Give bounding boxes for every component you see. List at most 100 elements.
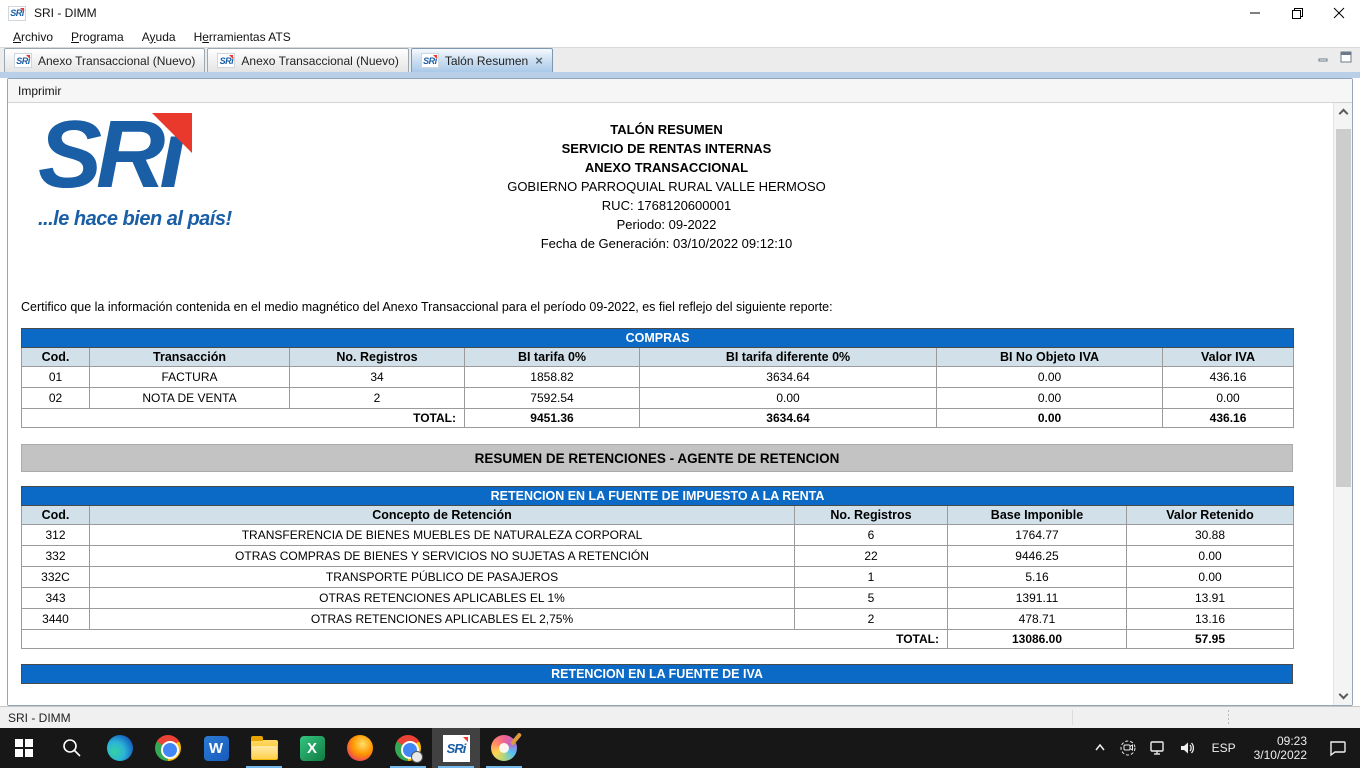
cell: 2 [795,609,948,630]
cell: 9446.25 [948,546,1127,567]
tray-network-icon[interactable] [1143,728,1173,768]
taskbar-chrome-profile-icon[interactable] [384,728,432,768]
taskbar-word-icon[interactable]: W [192,728,240,768]
tab-label: Anexo Transaccional (Nuevo) [38,54,195,68]
minimize-view-icon[interactable] [1318,51,1330,63]
cell: TRANSFERENCIA DE BIENES MUEBLES DE NATUR… [90,525,795,546]
column-header: BI No Objeto IVA [937,348,1163,367]
menu-item-ayuda[interactable]: Ayuda [133,28,185,46]
clock[interactable]: 09:23 3/10/2022 [1245,728,1316,768]
tab-3[interactable]: SRiTalón Resumen× [411,48,553,72]
table-row: 3440OTRAS RETENCIONES APLICABLES EL 2,75… [22,609,1294,630]
sri-tab-icon: SRi [421,53,439,68]
menu-item-herramientas-ats[interactable]: Herramientas ATS [185,28,300,46]
cell: 0.00 [640,388,937,409]
tab-1[interactable]: SRi Anexo Transaccional (Nuevo) [4,48,205,72]
cell: FACTURA [90,367,290,388]
cell: 5.16 [948,567,1127,588]
clock-date: 3/10/2022 [1254,748,1307,762]
total-value: 3634.64 [640,409,937,428]
cell: 02 [22,388,90,409]
table-row: 01FACTURA341858.823634.640.00436.16 [22,367,1294,388]
tray-meet-now-icon[interactable] [1113,728,1143,768]
compras-table: COMPRAS Cod.TransacciónNo. RegistrosBI t… [21,328,1294,428]
language-indicator[interactable]: ESP [1203,728,1245,768]
taskbar-paint-icon[interactable] [480,728,528,768]
cell: 332 [22,546,90,567]
scrollbar-thumb[interactable] [1336,129,1351,487]
toolbar: Imprimir [8,79,1352,103]
restore-button[interactable] [1276,0,1318,26]
taskbar-chrome-icon[interactable] [144,728,192,768]
taskbar-sri-icon[interactable]: SRi [432,728,480,768]
table-row: 332OTRAS COMPRAS DE BIENES Y SERVICIOS N… [22,546,1294,567]
cell: 312 [22,525,90,546]
tray-chevron-up-icon[interactable] [1087,728,1113,768]
sri-tab-icon: SRi [14,53,32,68]
cell: 1764.77 [948,525,1127,546]
talon-resumen-report: SRi ...le hace bien al país! TALÓN RESUM… [8,103,1352,684]
window-controls [1234,0,1360,26]
menu-item-archivo[interactable]: Archivo [4,28,62,46]
tab-close-icon[interactable]: × [535,56,543,66]
cell: 22 [795,546,948,567]
taskbar-edge-icon[interactable] [96,728,144,768]
sri-logo: SRi ...le hace bien al país! [38,109,258,231]
column-header: No. Registros [290,348,465,367]
report-viewport: SRi ...le hace bien al país! TALÓN RESUM… [8,103,1352,705]
renta-title-row: RETENCION EN LA FUENTE DE IMPUESTO A LA … [22,487,1294,506]
minimize-button[interactable] [1234,0,1276,26]
tab-2[interactable]: SRiAnexo Transaccional (Nuevo) [207,48,408,72]
menu-item-programa[interactable]: Programa [62,28,133,46]
action-center-icon[interactable] [1316,728,1360,768]
renta-header-row: Cod.Concepto de RetenciónNo. RegistrosBa… [22,506,1294,525]
cell: OTRAS RETENCIONES APLICABLES EL 1% [90,588,795,609]
close-button[interactable] [1318,0,1360,26]
cell: 1858.82 [465,367,640,388]
cell: 0.00 [937,388,1163,409]
status-bar: SRI - DIMM [0,706,1360,728]
app-icon: SRi [8,6,26,21]
column-header: Concepto de Retención [90,506,795,525]
table-row: 312TRANSFERENCIA DE BIENES MUEBLES DE NA… [22,525,1294,546]
taskbar-firefox-icon[interactable] [336,728,384,768]
taskbar-explorer-icon[interactable] [240,728,288,768]
cell: 6 [795,525,948,546]
tab-label: Anexo Transaccional (Nuevo) [241,54,398,68]
compras-header-row: Cod.TransacciónNo. RegistrosBI tarifa 0%… [22,348,1294,367]
vertical-scrollbar[interactable] [1333,103,1352,705]
taskbar-excel-icon[interactable]: X [288,728,336,768]
cell: 13.16 [1127,609,1294,630]
total-value: 57.95 [1127,630,1294,649]
report-header-line: Fecha de Generación: 03/10/2022 09:12:10 [21,234,1312,253]
system-tray: ESP 09:23 3/10/2022 [1087,728,1360,768]
column-header: Cod. [22,348,90,367]
cell: 5 [795,588,948,609]
total-value: 0.00 [937,409,1163,428]
cell: 30.88 [1127,525,1294,546]
retencion-iva-title-bar: RETENCION EN LA FUENTE DE IVA [21,664,1293,684]
taskbar-search-icon[interactable] [48,728,96,768]
cell: NOTA DE VENTA [90,388,290,409]
cell: 1391.11 [948,588,1127,609]
tray-volume-icon[interactable] [1173,728,1203,768]
sri-logo-text: SRi [38,109,180,200]
cell: 0.00 [937,367,1163,388]
column-header: Transacción [90,348,290,367]
cell: 0.00 [1163,388,1294,409]
view-frame: Imprimir SRi ...le hace bien al país! TA… [7,78,1353,706]
cell: TRANSPORTE PÚBLICO DE PASAJEROS [90,567,795,588]
tab-bar: SRi Anexo Transaccional (Nuevo) SRi Anexo T… [0,47,1360,72]
print-button[interactable]: Imprimir [18,84,61,98]
scroll-up-icon[interactable] [1334,103,1352,120]
total-row: TOTAL:13086.0057.95 [22,630,1294,649]
taskbar-app-buttons: W X SRi [0,728,528,768]
maximize-view-icon[interactable] [1340,51,1352,63]
retenciones-section-bar: RESUMEN DE RETENCIONES - AGENTE DE RETEN… [21,444,1293,472]
sri-logo-tagline: ...le hace bien al país! [38,208,258,231]
status-separator [1072,710,1073,725]
taskbar-start-icon[interactable] [0,728,48,768]
scroll-down-icon[interactable] [1334,688,1352,705]
menu-bar: ArchivoProgramaAyudaHerramientas ATS [0,26,1360,47]
status-separator-dashed[interactable] [1228,710,1229,725]
